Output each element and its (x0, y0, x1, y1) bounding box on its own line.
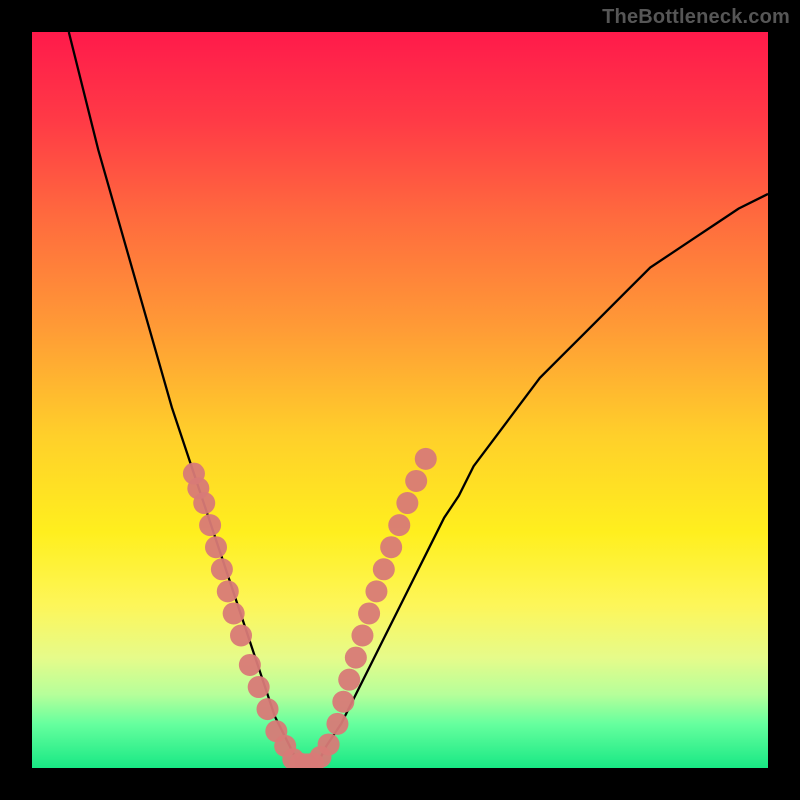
chart-svg (32, 32, 768, 768)
plot-area (32, 32, 768, 768)
bottleneck-curve (69, 32, 768, 768)
right-branch-markers (388, 514, 410, 536)
right-branch-markers (373, 558, 395, 580)
right-branch-markers (345, 647, 367, 669)
right-branch-markers (415, 448, 437, 470)
left-branch-markers (223, 602, 245, 624)
right-branch-markers (396, 492, 418, 514)
right-branch-markers (405, 470, 427, 492)
left-branch-markers (205, 536, 227, 558)
right-branch-markers (338, 669, 360, 691)
right-branch-markers (358, 602, 380, 624)
left-branch-markers (239, 654, 261, 676)
right-branch-markers (326, 713, 348, 735)
left-branch-markers (248, 676, 270, 698)
right-branch-markers (380, 536, 402, 558)
left-branch-markers (193, 492, 215, 514)
right-branch-markers (351, 625, 373, 647)
outer-frame: TheBottleneck.com (0, 0, 800, 800)
left-branch-markers (199, 514, 221, 536)
bottom-markers (318, 733, 340, 755)
left-branch-markers (211, 558, 233, 580)
left-branch-markers (257, 698, 279, 720)
watermark-text: TheBottleneck.com (602, 6, 790, 29)
right-branch-markers (365, 580, 387, 602)
left-branch-markers (230, 625, 252, 647)
right-branch-markers (332, 691, 354, 713)
left-branch-markers (217, 580, 239, 602)
